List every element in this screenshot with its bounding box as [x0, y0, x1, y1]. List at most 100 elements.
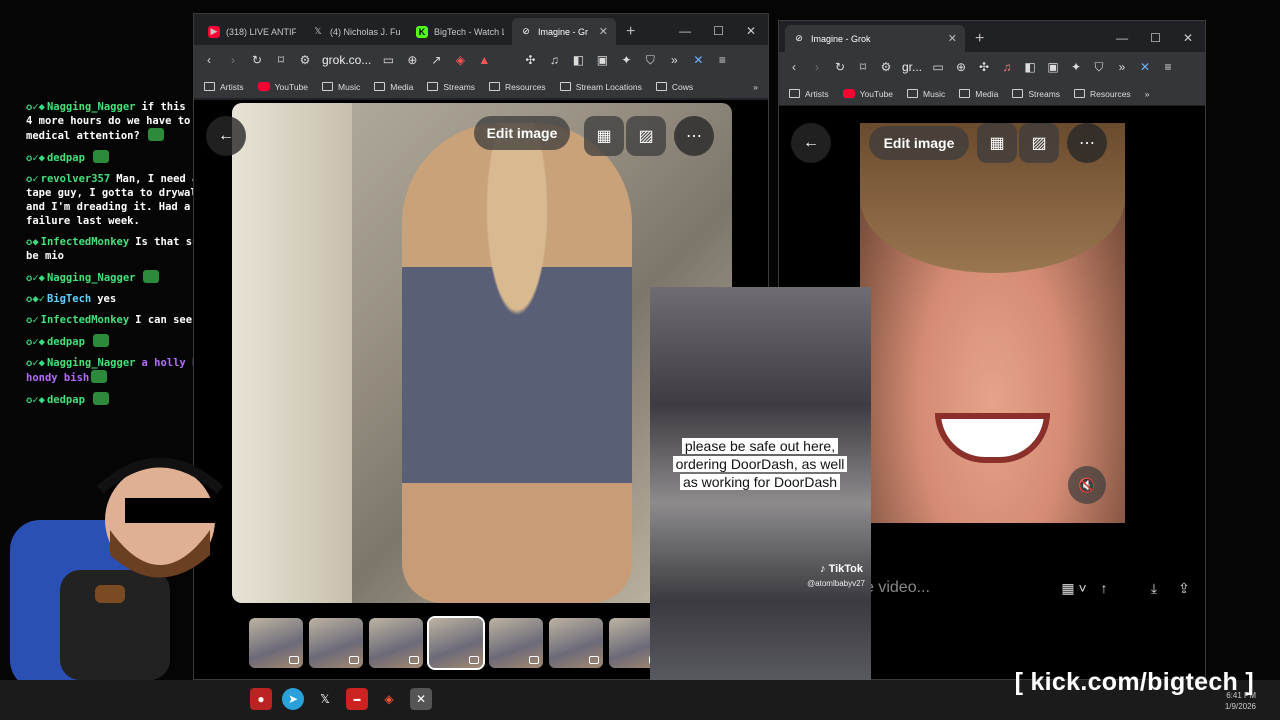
tab-youtube[interactable]: ▶ (318) LIVE ANTIFA — [200, 18, 304, 45]
tab-grok[interactable]: ⊘ Imagine - Grok ✕ — [785, 25, 965, 52]
thumbnail[interactable] — [489, 618, 543, 668]
download-icon[interactable]: ⤓ — [1139, 580, 1169, 597]
telegram-icon[interactable]: ➤ — [282, 688, 304, 710]
bookmark-resources[interactable]: Resources — [489, 82, 546, 92]
brave-shield-icon[interactable]: ◈ — [453, 53, 467, 67]
bookmark-streams[interactable]: Streams — [1012, 89, 1060, 99]
bookmarks-overflow-icon[interactable]: » — [753, 82, 758, 92]
bookmark-media[interactable]: Media — [374, 82, 413, 92]
bookmarks-overflow-icon[interactable]: » — [1145, 89, 1150, 99]
music-icon[interactable]: ♫ — [547, 53, 561, 67]
x-icon[interactable]: 𝕏 — [314, 688, 336, 710]
wallet-icon[interactable]: ▣ — [1046, 60, 1060, 74]
tab-strip: ⊘ Imagine - Grok ✕ + — ☐ ✕ — [779, 21, 1205, 52]
close-window-icon[interactable]: ✕ — [746, 24, 756, 38]
submit-arrow-icon[interactable]: ↑ — [1089, 580, 1119, 596]
bookmark-resources[interactable]: Resources — [1074, 89, 1131, 99]
voicemeeter-icon[interactable]: ▬ — [346, 688, 368, 710]
bookmark-cows[interactable]: Cows — [655, 82, 693, 92]
share-icon[interactable]: ⇪ — [1169, 580, 1199, 597]
video-icon[interactable]: ▦ — [584, 116, 624, 156]
image-icon[interactable]: ▨ — [626, 116, 666, 156]
sidebar-icon[interactable]: ◧ — [1023, 60, 1037, 74]
extension-x-icon[interactable]: ✕ — [1138, 60, 1152, 74]
door-background — [232, 103, 352, 603]
close-tab-icon[interactable]: ✕ — [948, 32, 957, 45]
zoom-icon[interactable]: ⊕ — [954, 60, 968, 74]
more-extensions-icon[interactable]: » — [667, 53, 681, 67]
more-options-icon[interactable]: ⋯ — [674, 116, 714, 156]
tiktok-handle: @atomlbabyv27 — [807, 579, 865, 588]
puzzle-icon[interactable]: ✦ — [1069, 60, 1083, 74]
back-arrow-icon[interactable]: ← — [206, 116, 246, 156]
close-window-icon[interactable]: ✕ — [1183, 31, 1193, 45]
mode-select-icon[interactable]: ▦ ˅ — [1059, 580, 1089, 597]
tab-kick[interactable]: K BigTech - Watch L — [408, 18, 512, 45]
bookmark-music[interactable]: Music — [907, 89, 945, 99]
site-settings-icon[interactable]: ⚙ — [879, 60, 893, 74]
bookmark-stream-locations[interactable]: Stream Locations — [559, 82, 642, 92]
bookmark-streams[interactable]: Streams — [427, 82, 475, 92]
url-bar[interactable]: grok.co... — [322, 53, 371, 67]
tab-x[interactable]: 𝕏 (4) Nicholas J. Fue — [304, 18, 408, 45]
more-extensions-icon[interactable]: » — [1115, 60, 1129, 74]
bookmark-artists[interactable]: Artists — [789, 89, 829, 99]
url-bar[interactable]: gr... — [902, 60, 922, 74]
cast-icon[interactable]: ▭ — [931, 60, 945, 74]
bookmark-icon[interactable]: ⌑ — [856, 60, 870, 74]
brave-icon[interactable]: ◈ — [378, 688, 400, 710]
edit-image-button[interactable]: Edit image — [474, 116, 570, 150]
zoom-icon[interactable]: ⊕ — [405, 53, 419, 67]
tab-grok[interactable]: ⊘ Imagine - Gr ✕ — [512, 18, 616, 45]
menu-icon[interactable]: ≡ — [715, 53, 729, 67]
back-icon[interactable]: ‹ — [787, 60, 801, 74]
forward-icon[interactable]: › — [226, 53, 240, 67]
thumbnail[interactable] — [549, 618, 603, 668]
edit-image-button[interactable]: Edit image — [869, 126, 969, 160]
new-tab-button[interactable]: + — [965, 30, 994, 52]
share-icon[interactable]: ↗ — [429, 53, 443, 67]
menu-icon[interactable]: ≡ — [1161, 60, 1175, 74]
active-app-icon[interactable]: ✕ — [410, 688, 432, 710]
rewards-icon[interactable]: ▲ — [477, 53, 491, 67]
close-tab-icon[interactable]: ✕ — [599, 25, 608, 38]
cast-icon[interactable]: ▭ — [381, 53, 395, 67]
maximize-icon[interactable]: ☐ — [713, 24, 724, 38]
more-options-icon[interactable]: ⋯ — [1067, 123, 1107, 163]
thumbnail[interactable] — [249, 618, 303, 668]
maximize-icon[interactable]: ☐ — [1150, 31, 1161, 45]
extensions-icon[interactable]: ✣ — [977, 60, 991, 74]
vpn-icon[interactable]: ⛉ — [1092, 60, 1106, 75]
stream-app-icon[interactable]: ● — [250, 688, 272, 710]
image-icon[interactable]: ▨ — [1019, 123, 1059, 163]
bookmark-media[interactable]: Media — [959, 89, 998, 99]
minimize-icon[interactable]: — — [1116, 31, 1128, 45]
thumbnail[interactable] — [369, 618, 423, 668]
forward-icon[interactable]: › — [810, 60, 824, 74]
puzzle-icon[interactable]: ✦ — [619, 53, 633, 67]
sidebar-icon[interactable]: ◧ — [571, 53, 585, 67]
bookmark-youtube[interactable]: YouTube — [257, 82, 308, 92]
thumbnail[interactable] — [309, 618, 363, 668]
mute-icon[interactable]: 🔇 — [1068, 466, 1106, 504]
bookmark-youtube[interactable]: YouTube — [842, 89, 893, 99]
reload-icon[interactable]: ↻ — [833, 60, 847, 74]
back-icon[interactable]: ‹ — [202, 53, 216, 67]
reload-icon[interactable]: ↻ — [250, 53, 264, 67]
prompt-input[interactable]: e video... — [849, 579, 1059, 597]
video-icon[interactable]: ▦ — [977, 123, 1017, 163]
wallet-icon[interactable]: ▣ — [595, 53, 609, 67]
site-settings-icon[interactable]: ⚙ — [298, 53, 312, 67]
back-arrow-icon[interactable]: ← — [791, 123, 831, 163]
music-icon[interactable]: ♫ — [1000, 60, 1014, 74]
extensions-icon[interactable]: ✣ — [523, 53, 537, 67]
bookmarks-bar: Artists YouTube Music Media Streams Reso… — [194, 75, 768, 99]
bookmark-artists[interactable]: Artists — [204, 82, 244, 92]
bookmark-icon[interactable]: ⌑ — [274, 53, 288, 67]
bookmark-music[interactable]: Music — [322, 82, 360, 92]
new-tab-button[interactable]: + — [616, 23, 645, 45]
thumbnail-selected[interactable] — [427, 616, 485, 670]
extension-x-icon[interactable]: ✕ — [691, 53, 705, 67]
minimize-icon[interactable]: — — [679, 24, 691, 38]
vpn-icon[interactable]: ⛉ — [643, 53, 657, 68]
